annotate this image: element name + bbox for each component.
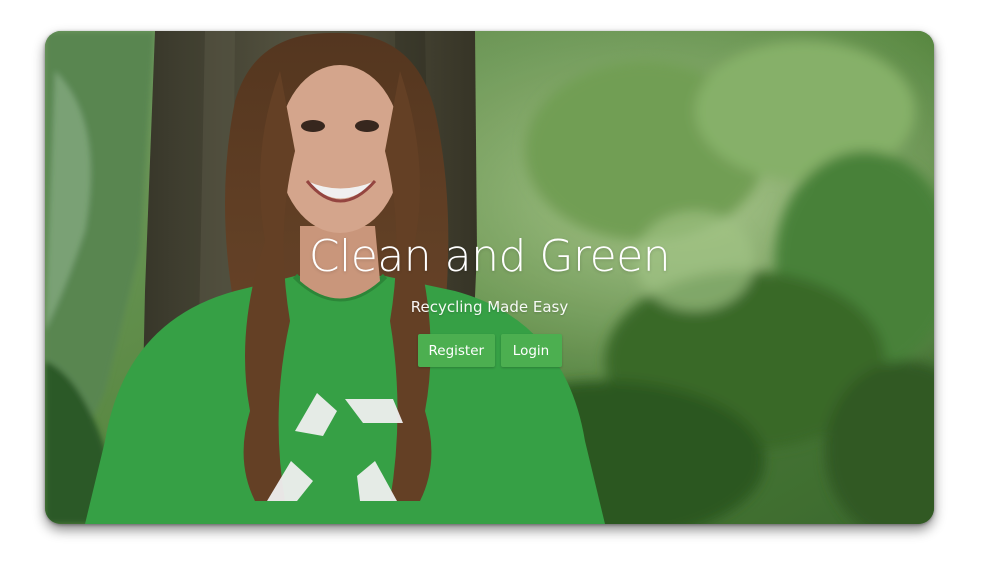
cta-button-group: Register Login (45, 334, 934, 367)
register-button[interactable]: Register (417, 334, 495, 367)
hero-title: Clean and Green (308, 231, 671, 282)
hero-subtitle: Recycling Made Easy (410, 298, 569, 316)
login-button[interactable]: Login (500, 334, 562, 367)
hero-section: Clean and Green Recycling Made Easy Regi… (45, 31, 934, 524)
hero-content: Clean and Green Recycling Made Easy Regi… (45, 229, 934, 367)
